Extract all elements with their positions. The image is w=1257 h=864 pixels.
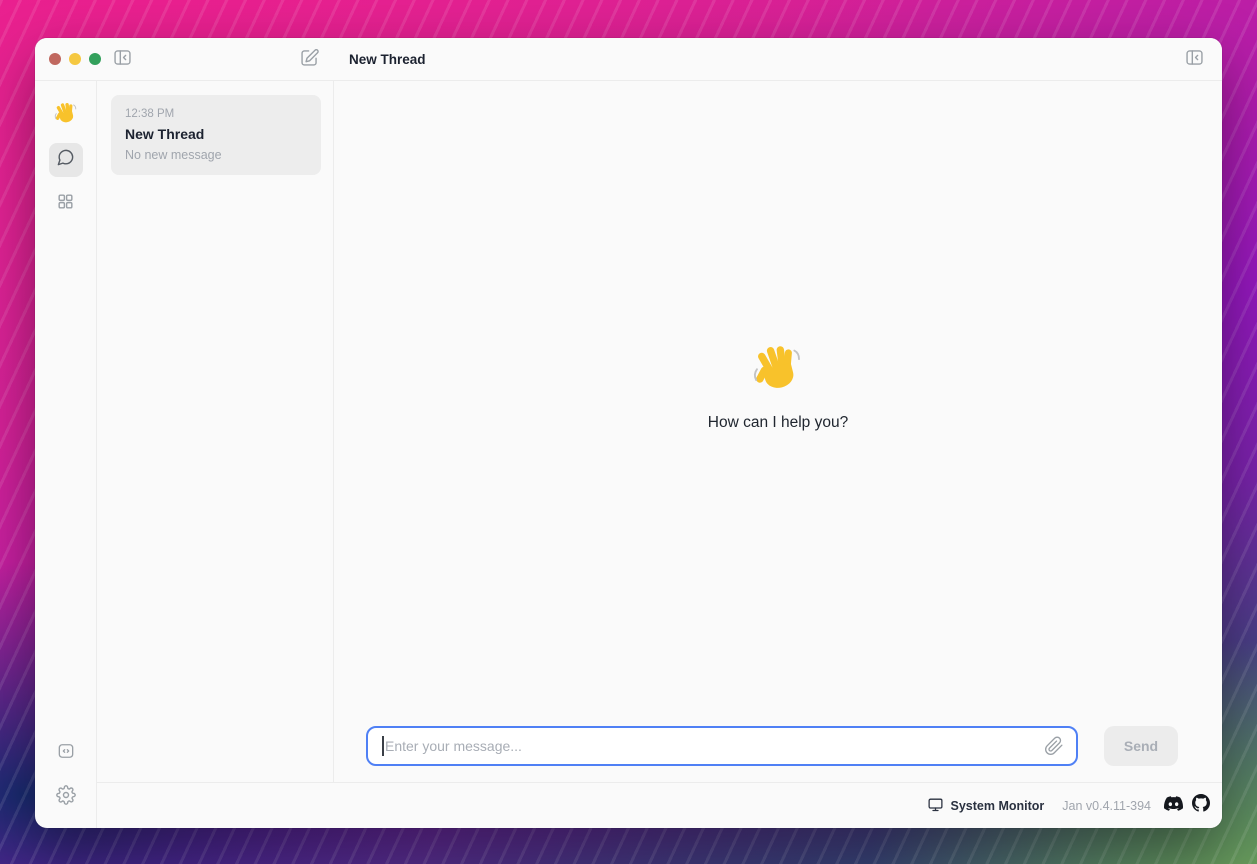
collapse-right-panel-button[interactable] [1181,47,1207,73]
collapse-left-panel-icon [112,47,133,73]
chat-main-area: How can I help you? Send [334,81,1222,782]
greeting-text: How can I help you? [708,414,848,432]
app-version: Jan v0.4.11-394 [1062,799,1151,813]
thread-list-panel: 12:38 PM New Thread No new message [97,81,334,782]
titlebar: New Thread [35,38,1222,81]
empty-thread-greeting: How can I help you? [334,81,1222,692]
paperclip-icon[interactable] [1044,736,1064,756]
settings-icon [56,785,76,810]
chat-icon [56,148,75,172]
text-caret [382,736,384,756]
minimize-window-button[interactable] [69,53,81,65]
local-api-server-icon [56,741,76,766]
message-composer: Send [366,726,1178,766]
message-input-wrap [366,726,1078,766]
thread-list-item[interactable]: 12:38 PM New Thread No new message [111,95,321,175]
collapse-right-panel-icon [1184,47,1205,73]
sidebar-item-chat[interactable] [49,143,83,177]
send-button[interactable]: Send [1104,726,1178,766]
sidebar-item-hub[interactable] [49,187,83,221]
discord-link[interactable] [1164,794,1183,818]
new-thread-button[interactable] [296,47,322,73]
github-link[interactable] [1192,794,1210,817]
wave-logo-icon [53,101,79,127]
discord-icon [1164,794,1183,818]
zoom-window-button[interactable] [89,53,101,65]
hub-icon [56,192,75,216]
new-thread-icon [299,47,320,73]
close-window-button[interactable] [49,53,61,65]
collapse-left-panel-button[interactable] [109,47,135,73]
message-input[interactable] [368,728,1076,764]
sidebar-item-local-api-server[interactable] [49,736,83,770]
system-monitor-button[interactable]: System Monitor [927,796,1045,816]
thread-title: New Thread [125,126,307,142]
thread-last-message: No new message [125,148,307,162]
jan-app-window: New Thread [35,38,1222,828]
desktop-wallpaper: New Thread [0,0,1257,864]
page-title: New Thread [349,38,426,81]
sidebar-item-settings[interactable] [49,780,83,814]
traffic-lights [49,53,101,65]
status-bar: System Monitor Jan v0.4.11-394 [97,782,1222,828]
left-rail [35,81,97,828]
system-monitor-label: System Monitor [951,799,1045,813]
github-icon [1192,794,1210,817]
wave-emoji [750,342,806,398]
thread-time: 12:38 PM [125,108,307,120]
system-monitor-icon [927,796,944,816]
